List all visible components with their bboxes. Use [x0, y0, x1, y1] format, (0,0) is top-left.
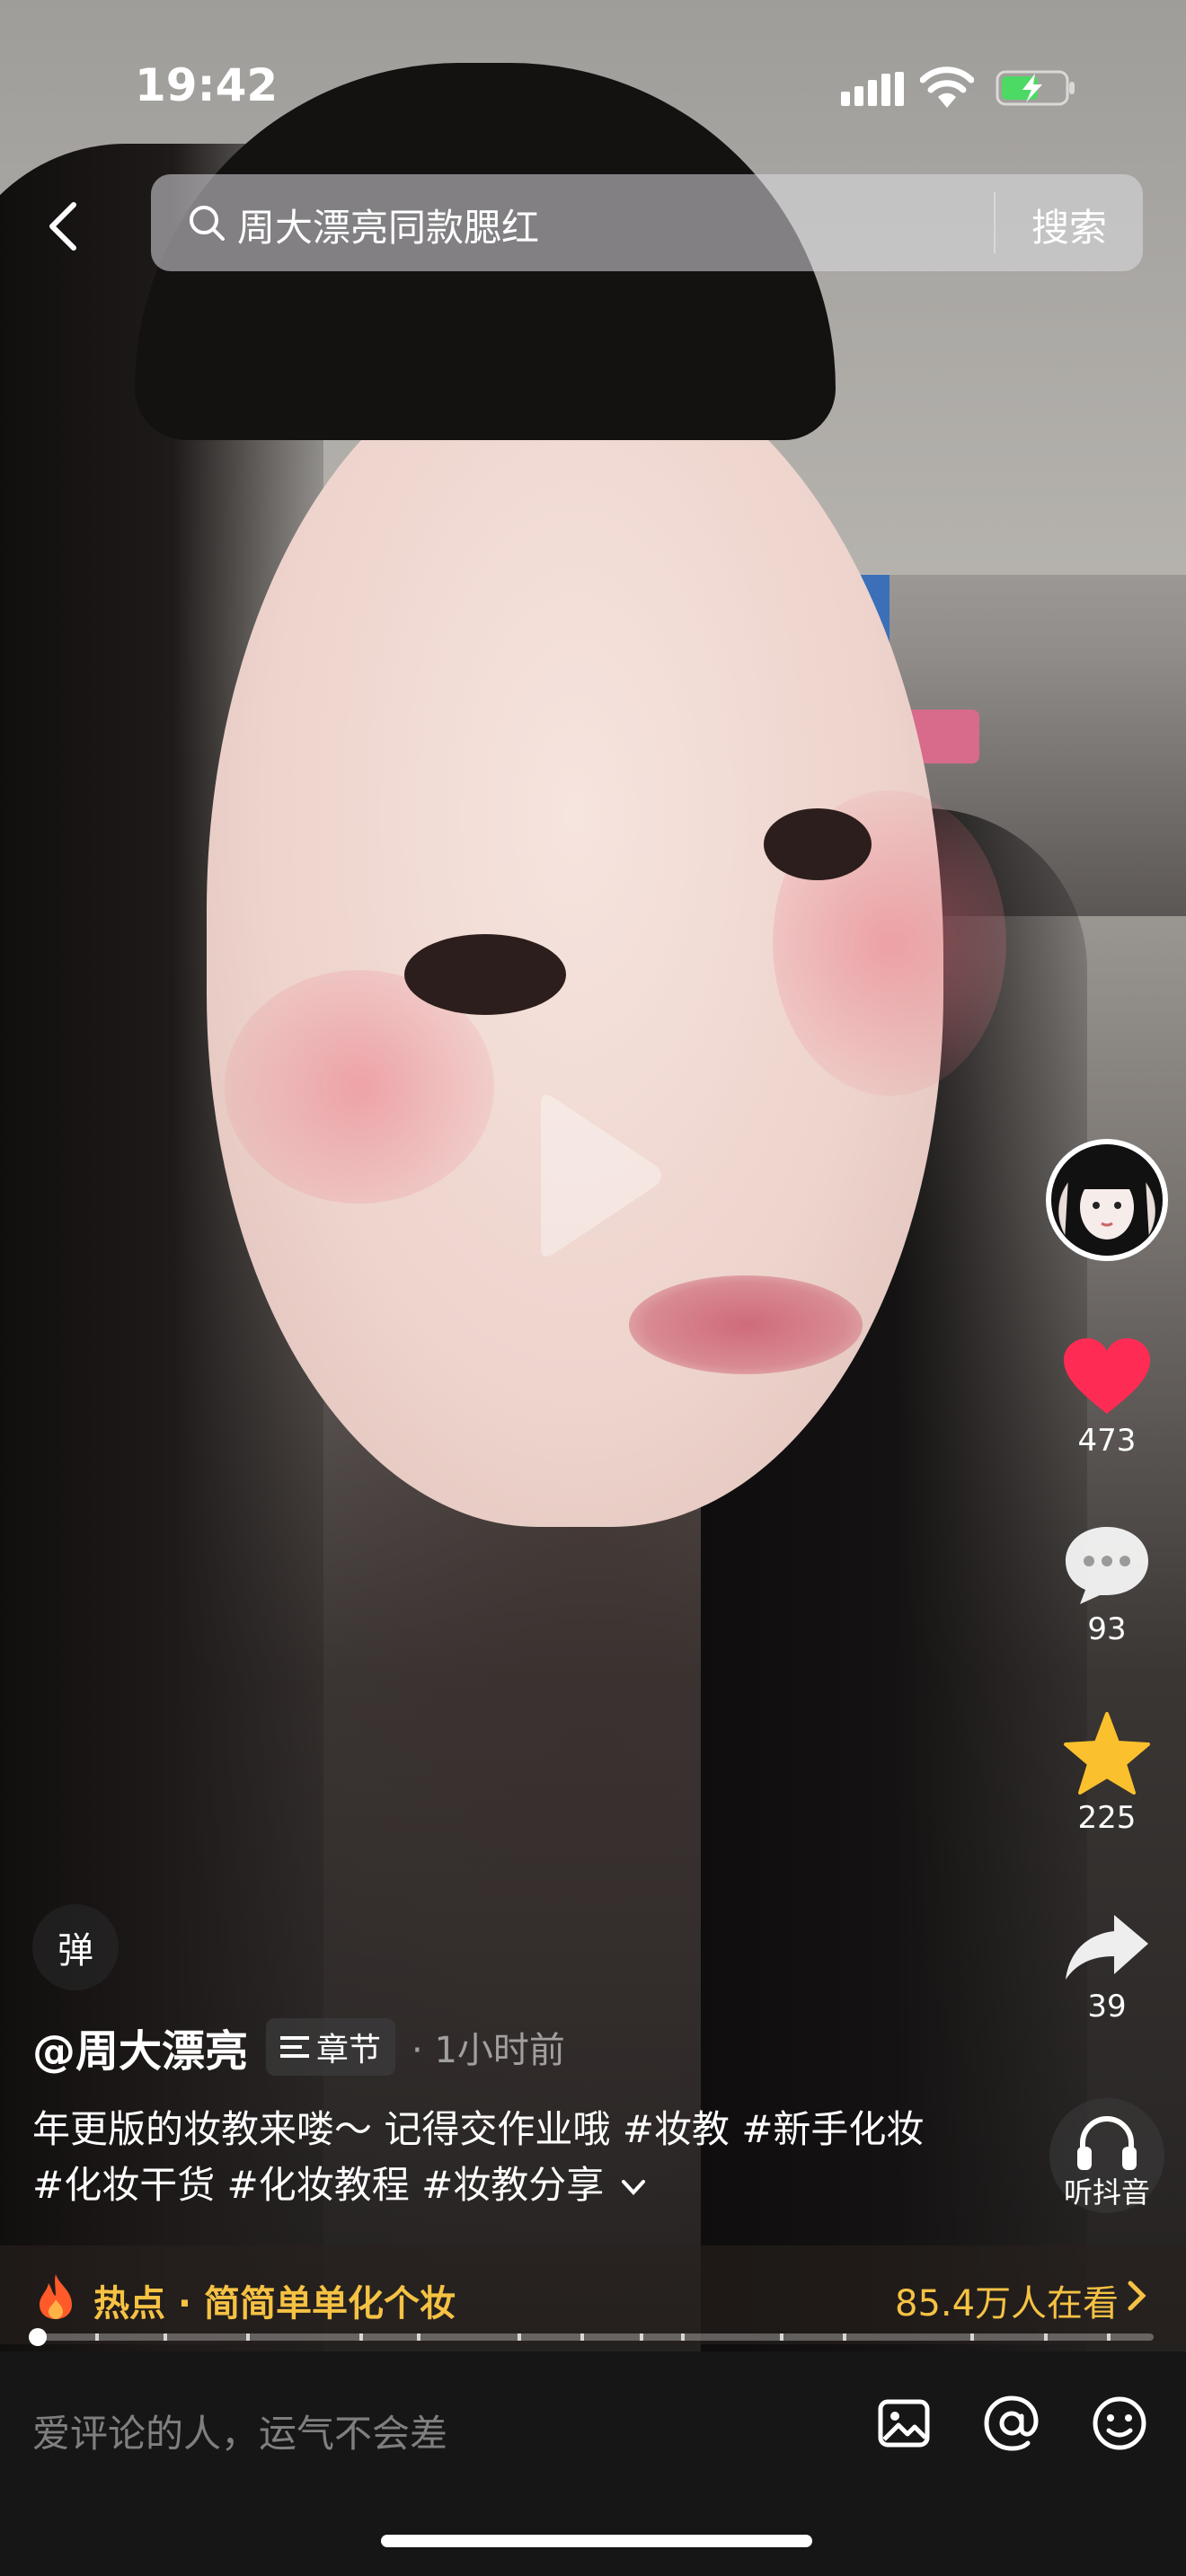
- lips: [629, 1275, 863, 1374]
- chapter-tick: [1107, 2333, 1111, 2341]
- eye: [404, 934, 566, 1015]
- chapter-tick: [1044, 2333, 1048, 2341]
- comment-action[interactable]: 93: [1042, 1523, 1172, 1647]
- share-action[interactable]: 39: [1042, 1911, 1172, 2025]
- comment-input[interactable]: 爱评论的人，运气不会差: [32, 2404, 447, 2458]
- chapter-tick: [359, 2333, 363, 2341]
- status-bar: 19:42: [0, 0, 1186, 171]
- cellular-signal-icon: [841, 72, 904, 106]
- chapter-tick: [970, 2333, 974, 2341]
- listen-button-bg: 听抖音: [1049, 2098, 1164, 2213]
- search-divider: [994, 192, 996, 253]
- back-arrow-icon[interactable]: [41, 199, 86, 253]
- fire-icon: [40, 2274, 72, 2319]
- play-icon[interactable]: [523, 1090, 667, 1261]
- video-screen[interactable]: 19:42 周大漂亮同款腮红 搜索 473 93 225 39 听抖音 弹 @周…: [0, 0, 1186, 2576]
- heart-icon: [1064, 1338, 1150, 1414]
- danmu-toggle-button[interactable]: 弹: [32, 1904, 119, 1990]
- chapter-tick: [164, 2333, 167, 2341]
- favorite-count: 225: [1077, 1800, 1137, 1836]
- author-row: @周大漂亮 章节 · 1小时前: [32, 2016, 565, 2078]
- eye: [764, 808, 872, 880]
- image-icon[interactable]: [875, 2395, 933, 2452]
- comment-bubble-icon: [1066, 1527, 1148, 1604]
- author-name[interactable]: @周大漂亮: [32, 2016, 248, 2078]
- star-icon: [1064, 1712, 1150, 1795]
- share-count: 39: [1087, 1989, 1127, 2025]
- danmu-label: 弹: [58, 1930, 93, 1972]
- battery-charging-icon: [996, 70, 1075, 106]
- search-query[interactable]: 周大漂亮同款腮红: [237, 198, 539, 252]
- headphones-icon: [1077, 2116, 1137, 2170]
- share-arrow-icon: [1066, 1915, 1148, 1980]
- like-action[interactable]: 473: [1042, 1337, 1172, 1459]
- chapter-tick: [95, 2333, 99, 2341]
- chapter-tick: [518, 2333, 521, 2341]
- post-description[interactable]: 年更版的妆教来喽～ 记得交作业哦 #妆教 #新手化妆 #化妆干货 #化妆教程 #…: [32, 2102, 931, 2213]
- mention-at-icon[interactable]: [983, 2395, 1040, 2452]
- description-text: 年更版的妆教来喽～ 记得交作业哦 #妆教 #新手化妆 #化妆干货 #化妆教程 #…: [32, 2107, 925, 2207]
- comment-count: 93: [1087, 1611, 1127, 1647]
- search-icon: [190, 206, 225, 241]
- chapter-tick: [780, 2333, 783, 2341]
- avatar-illustration: [1064, 1149, 1150, 1256]
- post-time: · 1小时前: [412, 2030, 565, 2071]
- status-time: 19:42: [135, 59, 279, 111]
- emoji-icon[interactable]: [1091, 2395, 1148, 2452]
- home-indicator[interactable]: [381, 2535, 812, 2547]
- wifi-icon: [920, 66, 974, 108]
- search-button[interactable]: 搜索: [1031, 198, 1107, 252]
- chapter-tick: [417, 2333, 420, 2341]
- chapter-tick: [681, 2333, 685, 2341]
- chevron-down-icon[interactable]: [620, 2178, 647, 2198]
- viewers-count: 85.4万人在看: [895, 2283, 1120, 2325]
- chapter-tick: [246, 2333, 250, 2341]
- playback-progress-bar[interactable]: [29, 2328, 1154, 2346]
- hot-topic-label: 热点 · 简简单单化个妆: [93, 2283, 456, 2325]
- listen-douyin-action[interactable]: 听抖音: [1042, 2098, 1172, 2213]
- author-avatar[interactable]: [1046, 1139, 1168, 1261]
- list-icon: [280, 2036, 310, 2058]
- like-count: 473: [1077, 1423, 1137, 1459]
- chapter-tick: [580, 2333, 584, 2341]
- chapter-label: 章节: [316, 2032, 382, 2069]
- chevron-right-icon: [1128, 2280, 1146, 2311]
- hot-topic-bar[interactable]: 热点 · 简简单单化个妆 85.4万人在看: [0, 2245, 1186, 2344]
- chapter-button[interactable]: 章节: [266, 2018, 396, 2076]
- chapter-tick: [640, 2333, 643, 2341]
- favorite-action[interactable]: 225: [1042, 1712, 1172, 1836]
- search-bar[interactable]: 周大漂亮同款腮红 搜索: [151, 174, 1143, 271]
- chapter-tick: [843, 2333, 846, 2341]
- listen-label: 听抖音: [1063, 2175, 1150, 2210]
